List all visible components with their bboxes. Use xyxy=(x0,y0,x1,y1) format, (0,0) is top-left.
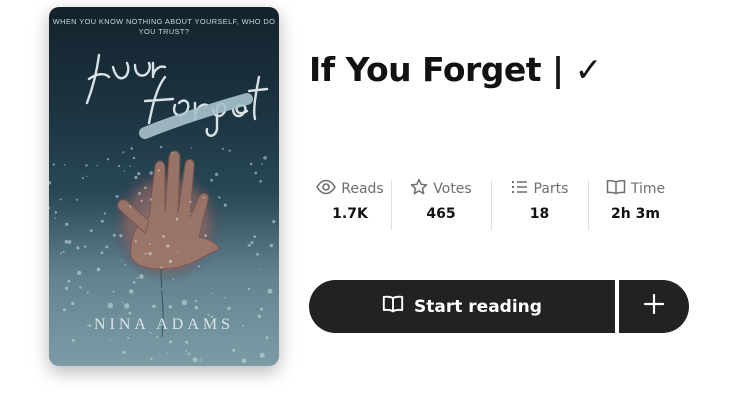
stat-reads: Reads 1.7K xyxy=(309,178,391,230)
start-reading-button[interactable]: Start reading xyxy=(309,280,615,333)
add-to-library-button[interactable] xyxy=(619,280,689,333)
book-open-icon xyxy=(382,295,404,318)
plus-icon xyxy=(643,293,665,320)
stat-value: 18 xyxy=(529,206,550,222)
eye-icon xyxy=(316,179,337,200)
stat-value: 2h 3m xyxy=(611,206,660,222)
stat-label: Parts xyxy=(533,181,569,197)
stat-value: 1.7K xyxy=(332,206,368,222)
stat-votes: Votes 465 xyxy=(391,178,491,230)
list-icon xyxy=(511,179,529,200)
stat-parts: Parts 18 xyxy=(491,178,588,230)
book-icon xyxy=(606,179,626,200)
cover-tagline: WHEN YOU KNOW NOTHING ABOUT YOURSELF, WH… xyxy=(52,17,276,36)
stat-label: Votes xyxy=(433,181,472,197)
stat-label: Reads xyxy=(341,181,384,197)
cover-artwork xyxy=(49,53,279,366)
start-reading-label: Start reading xyxy=(414,296,542,317)
stat-time: Time 2h 3m xyxy=(588,178,683,230)
star-icon xyxy=(410,178,428,201)
story-stats: Reads 1.7K Votes 465 Parts 18 Time 2h 3m xyxy=(309,178,683,230)
stat-label: Time xyxy=(630,181,666,197)
story-title: If You Forget | ✓ xyxy=(309,50,602,89)
cover-author: NINA ADAMS xyxy=(93,316,234,333)
book-cover[interactable]: WHEN YOU KNOW NOTHING ABOUT YOURSELF, WH… xyxy=(49,7,279,366)
stat-value: 465 xyxy=(426,206,456,222)
